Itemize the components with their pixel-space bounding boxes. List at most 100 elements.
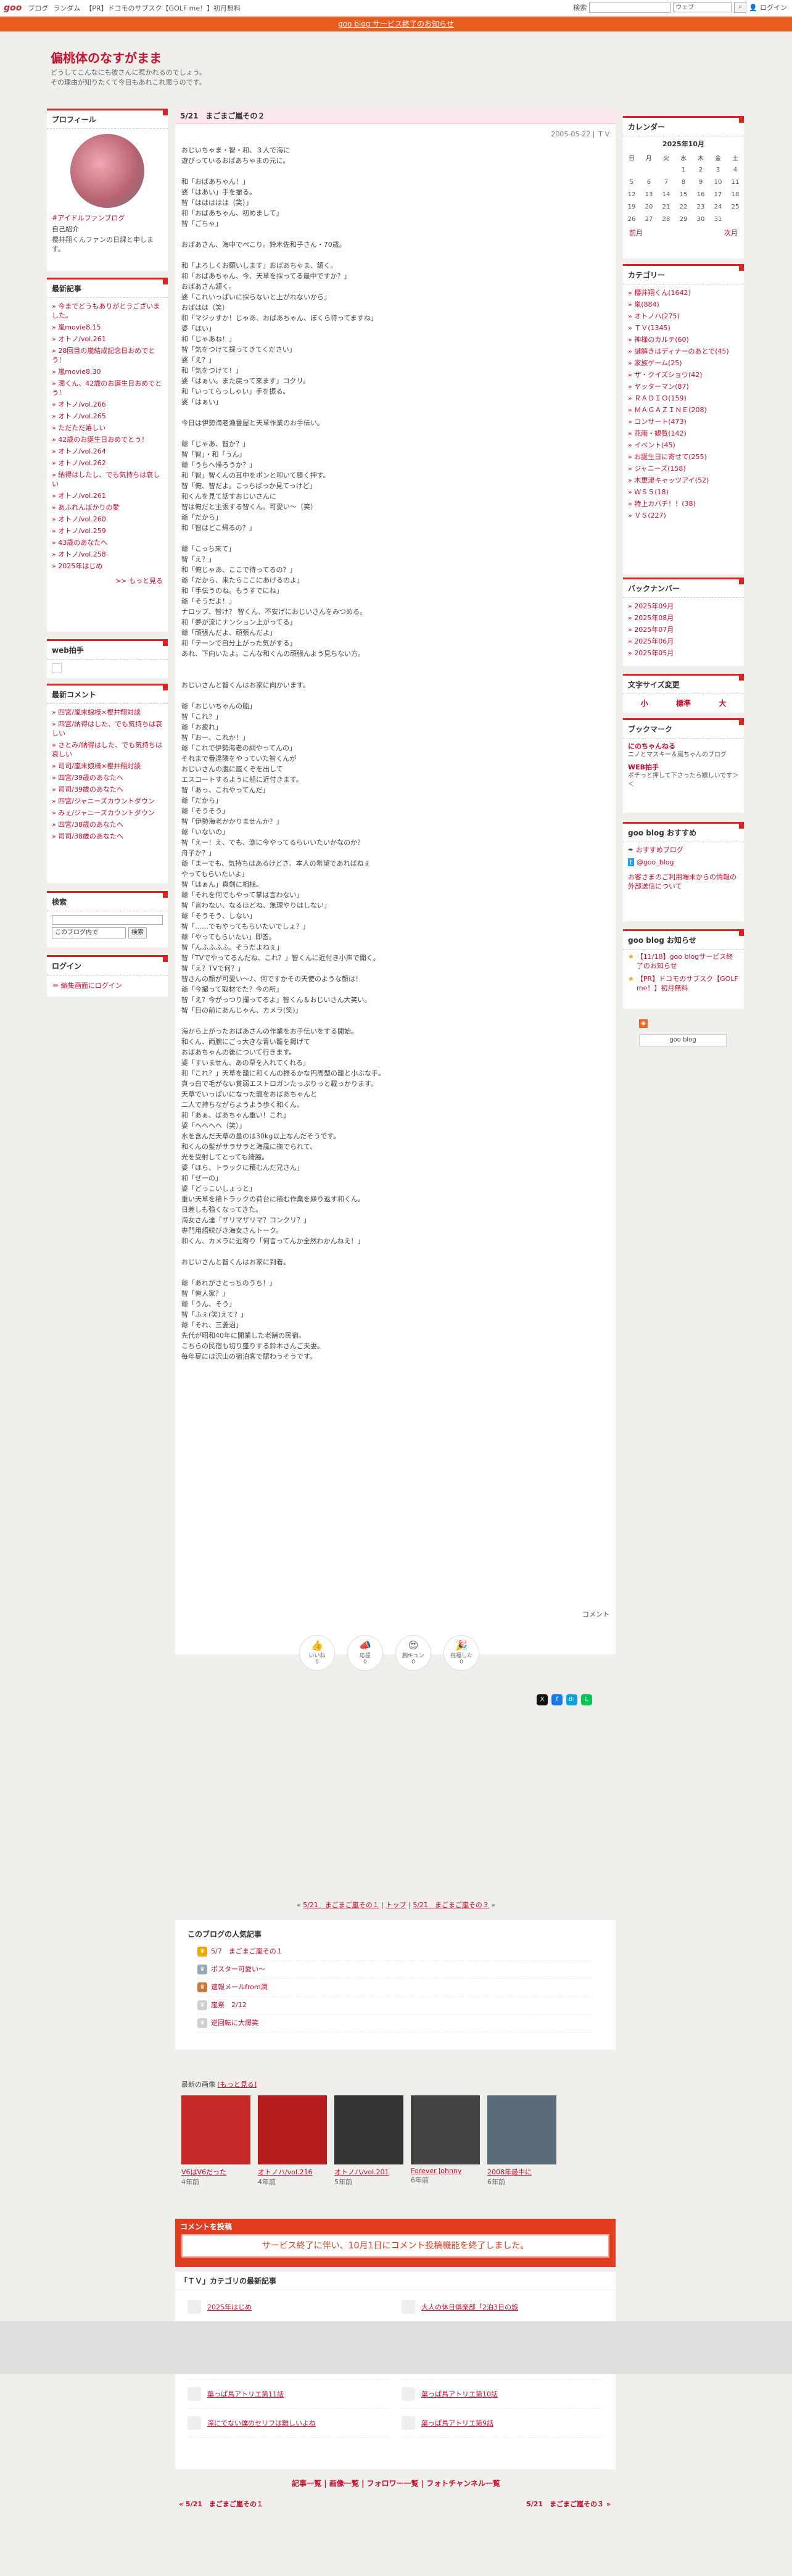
recent-image-thumbnail[interactable] [258,2095,327,2164]
reaction-heart[interactable]: 😍 胸キュン 0 [395,1635,431,1671]
search-button[interactable]: ⌕ [734,2,747,13]
recent-image-card[interactable]: Forever Johnny 6年前 [411,2095,480,2187]
popular-item[interactable]: ♛ 5/7 まごまご嵐その１ [197,1943,593,1961]
category-item[interactable]: ＴＶ(1345) [628,322,739,334]
category-item[interactable]: コンサート(473) [628,416,739,428]
recent-image-thumbnail[interactable] [411,2095,480,2164]
backnumber-item[interactable]: 2025年08月 [628,612,739,624]
category-article-item[interactable]: 葉っぱ鳥アトリエ第11話 [188,2380,389,2409]
recent-comment-item[interactable]: 四宮/ジャニーズカウントダウン [52,795,163,807]
recent-comment-item[interactable]: 四宮/39歳のあなたへ [52,772,163,784]
category-item[interactable]: 神様のカルテ(60) [628,334,739,346]
recent-post-item[interactable]: オトノ/vol.258 [52,549,163,560]
blog-title[interactable]: 偏桃体のなすがまま [51,48,162,66]
category-item[interactable]: ジャニーズ(158) [628,463,739,474]
reaction-cheer[interactable]: 📣 応援 0 [347,1635,383,1671]
popular-item[interactable]: ♛ 逆回転に大爆笑 [197,2015,593,2032]
recent-image-caption[interactable]: Forever Johnny [411,2167,480,2175]
category-item[interactable]: 謎解きはディナーのあとで(45) [628,346,739,357]
category-article-item[interactable]: 深にでない僕のセリフは難しいよね [188,2409,389,2438]
recent-image-card[interactable]: オトノハ/vol.201 5年前 [334,2095,403,2187]
notice-link[interactable]: goo blog サービス終了のお知らせ [338,20,454,28]
backnumber-item[interactable]: 2025年05月 [628,647,739,659]
comment-link[interactable]: コメント [582,1609,609,1619]
recent-image-card[interactable]: V6はV6だった 4年前 [181,2095,250,2187]
recent-comment-item[interactable]: 四宮/38歳のあなたへ [52,819,163,830]
category-item[interactable]: ＲＡＤＩＯ(159) [628,392,739,404]
recent-image-card[interactable]: 2008年最中に 6年前 [487,2095,556,2187]
profile-name[interactable]: #アイドルファンブログ [47,213,168,223]
category-item[interactable]: 花雨・観覧(142) [628,428,739,439]
popular-item-title[interactable]: 速報メールfrom潤 [211,1979,268,1996]
category-item[interactable]: 櫻井翔くん(1642) [628,287,739,299]
recent-post-item[interactable]: 今までどうもありがとうございました。 [52,300,163,321]
recent-images-more[interactable]: [もっと見る] [218,2081,257,2089]
pager-top[interactable]: トップ [386,1901,406,1909]
search-input[interactable] [589,2,671,13]
popular-item[interactable]: ♛ ポスター可愛い～ [197,1961,593,1979]
popular-item-title[interactable]: 5/7 まごまご嵐その１ [211,1943,283,1960]
category-article-item[interactable]: 葉っぱ鳥アトリエ第9話 [402,2409,603,2438]
category-article-title[interactable]: 大人の休日倶楽部「2泊3日の旅 [421,2302,518,2312]
popular-item-title[interactable]: 嵐祭 2/12 [211,1997,247,2014]
backnumber-item[interactable]: 2025年06月 [628,636,739,647]
recent-post-item[interactable]: オトノ/vol.259 [52,525,163,537]
recent-post-item[interactable]: 納得はしたし、でも気持ちは哀しい [52,469,163,490]
recent-post-item[interactable]: 嵐movie8.15 [52,321,163,333]
popular-item-title[interactable]: 逆回転に大爆笑 [211,2015,258,2032]
facebook-share-icon[interactable]: f [551,1694,563,1705]
blog-search-button[interactable]: 検索 [128,927,147,938]
pager-prev[interactable]: 5/21 まごまご嵐その１ [303,1901,379,1909]
category-article-item[interactable]: 葉っぱ鳥アトリエ第10話 [402,2380,603,2409]
recent-image-thumbnail[interactable] [181,2095,250,2164]
backnumber-item[interactable]: 2025年07月 [628,624,739,636]
category-article-item[interactable]: 2025年はじめ [188,2293,389,2322]
recent-post-item[interactable]: オトノ/vol.265 [52,410,163,422]
reaction-like[interactable]: 👍 いいね 0 [299,1635,335,1671]
category-article-title[interactable]: 2025年はじめ [207,2302,252,2312]
category-item[interactable]: お誕生日に寄せて(255) [628,451,739,463]
recent-image-caption[interactable]: V6はV6だった [181,2167,250,2177]
category-item[interactable]: ＭＡＧＡＺＩＮＥ(208) [628,404,739,416]
nav-blog[interactable]: ブログ [28,3,48,13]
hatena-share-icon[interactable]: B! [566,1694,577,1705]
recent-post-item[interactable]: オトノ/vol.261 [52,490,163,502]
category-item[interactable]: 木更津キャッツアイ(52) [628,474,739,486]
notice-link-2[interactable]: 【PR】ドコモのサブスク【GOLF me！】初月無料 [637,974,739,993]
recent-post-item[interactable]: 28回目の嵐結成記念日おめでとう！ [52,345,163,366]
recent-comment-item[interactable]: 四宮/納得はした、でも気持ちは哀しい [52,718,163,739]
login-link[interactable]: ログイン [760,2,787,12]
font-normal-button[interactable]: 標準 [676,698,691,708]
nav-random[interactable]: ランダム [53,3,80,13]
recent-image-caption[interactable]: 2008年最中に [487,2167,556,2177]
recent-image-caption[interactable]: オトノハ/vol.216 [258,2167,327,2177]
recent-comment-item[interactable]: 司司/39歳のあなたへ [52,784,163,795]
backnumber-item[interactable]: 2025年09月 [628,600,739,612]
recent-post-item[interactable]: 2025年はじめ [52,560,163,572]
notice-link-1[interactable]: 【11/18】goo blogサービス終了のお知らせ [637,952,739,971]
web-clap-image[interactable] [52,663,62,673]
search-scope-select[interactable]: ウェブ [673,2,732,12]
recent-post-item[interactable]: 潤くん、42歳のお誕生日おめでとう！ [52,378,163,399]
font-large-button[interactable]: 大 [719,698,726,708]
blog-search-input[interactable] [52,915,163,925]
recent-post-item[interactable]: 42歳のお誕生日おめでとう！ [52,434,163,445]
recent-post-item[interactable]: オトノ/vol.266 [52,399,163,410]
article-title[interactable]: 5/21 まごまご嵐その２ [175,109,616,124]
category-item[interactable]: ＶＳ(227) [628,510,739,521]
footer-links[interactable]: 記事一覧 | 画像一覧 | フォロワー一覧 | フォトチャンネル一覧 [0,2478,792,2488]
category-item[interactable]: 嵐(884) [628,299,739,310]
recent-post-item[interactable]: オトノ/vol.264 [52,445,163,457]
recent-post-item[interactable]: オトノ/vol.261 [52,333,163,345]
bookmark-link[interactable]: WEB拍手 [628,762,739,772]
avatar[interactable] [70,134,144,208]
recent-comment-item[interactable]: みぇ/ジャニーズカウントダウン [52,807,163,819]
recommend-blog-link[interactable]: おすすめブログ [636,846,683,854]
rss-icon[interactable]: ◉ [639,1019,648,1028]
category-article-title[interactable]: 葉っぱ鳥アトリエ第11話 [207,2389,284,2399]
pager-next[interactable]: 5/21 まごまご嵐その３ [413,1901,489,1909]
recent-image-caption[interactable]: オトノハ/vol.201 [334,2167,403,2177]
goo-twitter-link[interactable]: @goo_blog [637,858,674,866]
category-item[interactable]: 特上カバチ！！(38) [628,498,739,510]
category-item[interactable]: オトノハ(275) [628,310,739,322]
